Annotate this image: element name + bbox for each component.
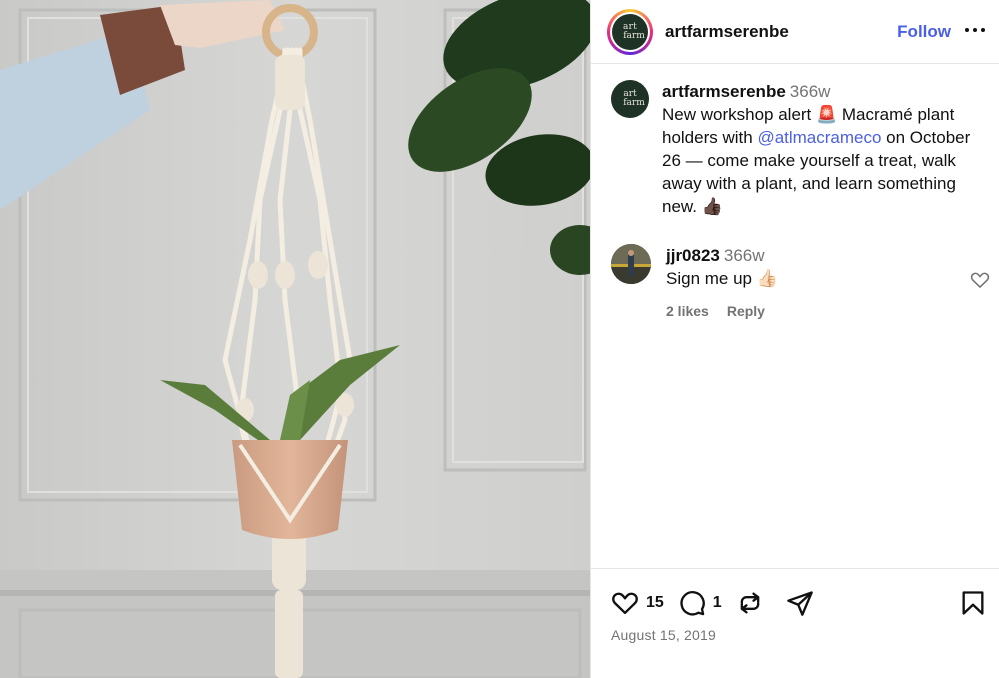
like-count[interactable]: 15 — [646, 594, 664, 612]
like-heart-icon[interactable] — [611, 589, 639, 617]
commenter-avatar[interactable] — [611, 244, 651, 284]
avatar-text-farm: farm — [623, 30, 645, 41]
comment-like-heart-icon[interactable] — [970, 270, 990, 290]
comment-text: Sign me up 👍🏻 — [666, 269, 778, 288]
caption-mention-link[interactable]: @atlmacrameco — [757, 128, 881, 147]
comment-likes-count[interactable]: 2 likes — [666, 300, 709, 323]
commenter-photo-icon — [611, 244, 651, 284]
header-username[interactable]: artfarmserenbe — [665, 22, 789, 42]
bookmark-save-icon[interactable] — [959, 589, 987, 617]
caption-username[interactable]: artfarmserenbe — [662, 82, 786, 101]
comment-body: jjr0823 366w Sign me up 👍🏻 2 likes Reply — [666, 244, 778, 323]
macrame-plant-hanger-photo — [0, 0, 590, 678]
post-date[interactable]: August 15, 2019 — [611, 627, 716, 643]
post-detail-panel: art farm artfarmserenbe Follow art farm … — [590, 0, 999, 678]
post-actions-bar: 15 1 August 15, 2019 — [591, 568, 999, 678]
post-media[interactable] — [0, 0, 590, 678]
comment-item: jjr0823 366w Sign me up 👍🏻 2 likes Reply — [611, 244, 991, 323]
post-caption: art farm artfarmserenbe 366w New workshop… — [611, 80, 981, 218]
comment-timestamp[interactable]: 366w — [724, 246, 765, 265]
caption-avatar[interactable]: art farm — [611, 80, 649, 118]
follow-button[interactable]: Follow — [897, 22, 951, 42]
repost-icon[interactable] — [736, 589, 764, 617]
comment-username[interactable]: jjr0823 — [666, 246, 720, 265]
comment-count[interactable]: 1 — [713, 594, 722, 612]
share-send-icon[interactable] — [786, 589, 814, 617]
comment-bubble-icon[interactable] — [678, 589, 706, 617]
avatar-text-farm: farm — [623, 98, 645, 108]
caption-timestamp[interactable]: 366w — [790, 82, 831, 101]
more-options-icon[interactable] — [965, 20, 985, 40]
caption-body: artfarmserenbe 366w New workshop alert 🚨 … — [662, 80, 981, 218]
comment-reply-button[interactable]: Reply — [727, 300, 765, 323]
avatar: art farm — [612, 13, 648, 50]
profile-avatar-story-ring[interactable]: art farm — [607, 8, 653, 55]
post-header: art farm artfarmserenbe Follow — [591, 0, 999, 64]
